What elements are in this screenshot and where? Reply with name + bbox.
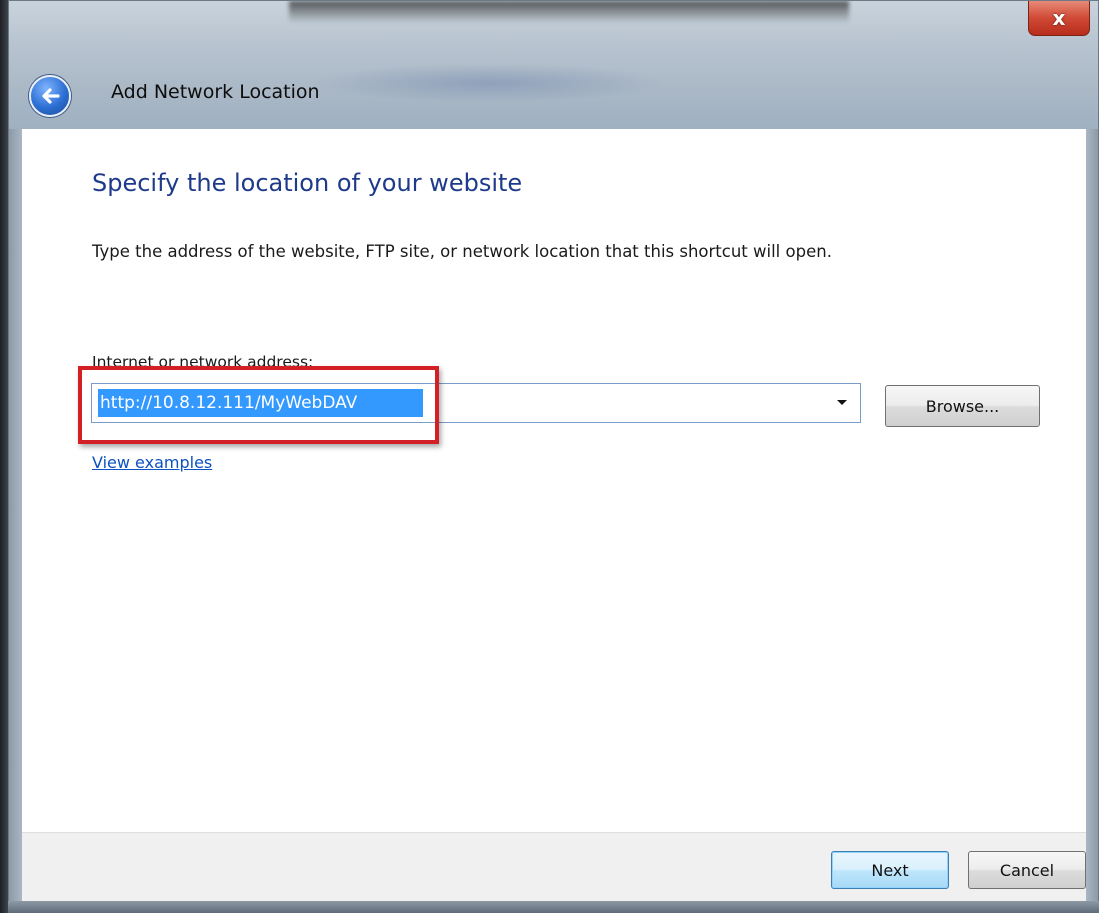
window-frame-bottom — [8, 901, 1099, 913]
page-heading: Specify the location of your website — [92, 169, 523, 197]
page-description: Type the address of the website, FTP sit… — [92, 242, 832, 261]
back-arrow-icon — [42, 88, 60, 104]
close-button[interactable]: x — [1028, 1, 1090, 36]
dialog-title: Add Network Location — [111, 81, 320, 103]
address-input[interactable] — [98, 389, 423, 417]
dialog-content: Specify the location of your website Typ… — [22, 129, 1086, 832]
dialog-footer: Next Cancel — [22, 832, 1086, 903]
title-bar: x Add Network Location — [9, 1, 1098, 129]
desktop-background-left — [0, 0, 8, 913]
cancel-button[interactable]: Cancel — [968, 851, 1086, 889]
address-combobox[interactable] — [91, 383, 861, 423]
view-examples-link[interactable]: View examples — [92, 453, 212, 472]
close-icon: x — [1052, 6, 1066, 30]
next-button[interactable]: Next — [831, 851, 949, 889]
chevron-down-icon — [837, 400, 847, 405]
window-frame-left — [9, 129, 22, 902]
window-frame-right — [1086, 129, 1098, 902]
address-dropdown-button[interactable] — [828, 386, 856, 420]
add-network-location-dialog: x Add Network Location Specify the locat… — [8, 0, 1099, 913]
back-button[interactable] — [29, 75, 71, 117]
address-label: Internet or network address: — [92, 353, 314, 371]
browse-button[interactable]: Browse... — [885, 385, 1040, 427]
